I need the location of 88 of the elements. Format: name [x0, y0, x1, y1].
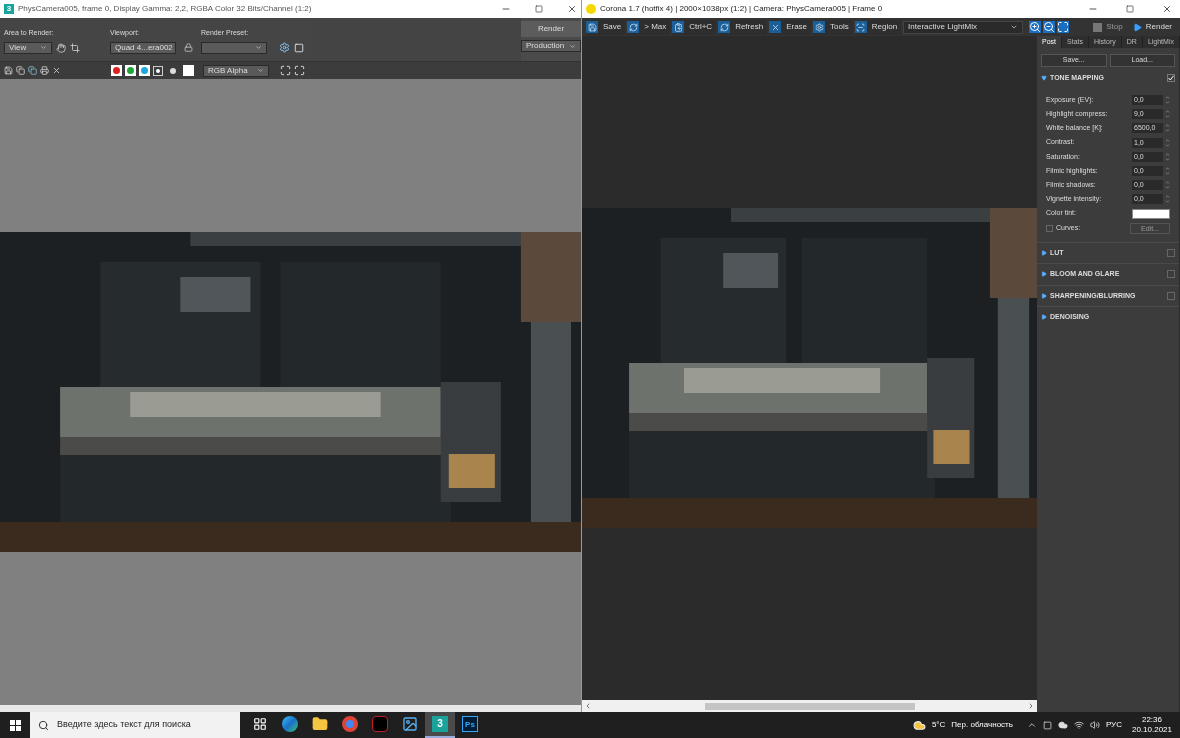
- zoom-in-icon[interactable]: [1029, 21, 1042, 33]
- settings-icon[interactable]: [279, 42, 290, 53]
- color-swatch[interactable]: [183, 65, 194, 76]
- caret-icon[interactable]: [1010, 23, 1019, 31]
- language-indicator[interactable]: РУС: [1105, 719, 1122, 731]
- render-button[interactable]: Render: [521, 21, 581, 37]
- clipboard-icon: [673, 22, 683, 32]
- media-icon[interactable]: [372, 716, 388, 732]
- mode-dropdown[interactable]: Interactive LightMix: [903, 20, 1024, 34]
- chrome-icon[interactable]: [342, 716, 358, 732]
- render-button[interactable]: Render: [1128, 20, 1176, 34]
- play-icon: [1132, 22, 1142, 32]
- checkbox[interactable]: [1167, 74, 1175, 82]
- close-icon[interactable]: [1162, 4, 1172, 14]
- toolbar-button[interactable]: Region: [854, 19, 902, 35]
- copy-icon[interactable]: [16, 66, 25, 75]
- caret-icon[interactable]: [1041, 75, 1047, 81]
- window-title: Corona 1.7 (hotfix 4) | 2000×1038px (1:2) | Camera: PhysCamera005 | Frame 0: [600, 3, 883, 15]
- channel-toggle[interactable]: [139, 65, 150, 76]
- clone-icon[interactable]: [28, 66, 37, 75]
- window-icon[interactable]: [280, 65, 291, 76]
- clock-date[interactable]: 20.10.2021: [1131, 725, 1172, 735]
- alpha-toggle[interactable]: [153, 65, 163, 76]
- caret-icon[interactable]: [1041, 314, 1047, 321]
- caret-icon[interactable]: [1041, 249, 1047, 256]
- settings-icon: [814, 22, 824, 32]
- volume-icon[interactable]: [1089, 720, 1100, 730]
- scroll-right-icon[interactable]: [1027, 702, 1035, 710]
- toolbar-button[interactable]: Tools: [813, 19, 853, 35]
- cloud-icon[interactable]: [1057, 720, 1068, 730]
- refresh-icon: [719, 22, 729, 32]
- scrollbar[interactable]: [0, 705, 581, 712]
- scrollbar[interactable]: [582, 700, 1037, 712]
- windows-icon[interactable]: [9, 719, 21, 731]
- caret-icon[interactable]: [255, 44, 262, 51]
- caret-icon[interactable]: [40, 44, 47, 51]
- close-icon[interactable]: [52, 66, 61, 75]
- lock-icon[interactable]: [184, 43, 193, 52]
- checkbox[interactable]: [1167, 248, 1175, 257]
- save-icon: [587, 22, 597, 32]
- maximize-icon[interactable]: [1126, 5, 1134, 13]
- viewport-dropdown[interactable]: Quad 4...era002: [110, 41, 176, 54]
- maximize-icon[interactable]: [535, 5, 543, 13]
- chevron-icon[interactable]: [1026, 720, 1037, 730]
- weather-text[interactable]: Пер. облачность: [951, 719, 1013, 731]
- toolbar-button[interactable]: Save: [586, 19, 626, 35]
- channel-toggle[interactable]: [111, 65, 122, 76]
- channel-dropdown[interactable]: RGB Alpha: [203, 64, 269, 77]
- caret-icon[interactable]: [569, 42, 576, 50]
- folder-icon[interactable]: [312, 716, 328, 732]
- photos-icon[interactable]: [402, 716, 418, 732]
- zoom-out-icon[interactable]: [1043, 21, 1056, 33]
- checkbox[interactable]: [1046, 224, 1053, 232]
- app-icon[interactable]: Ps: [462, 716, 478, 732]
- window-icon[interactable]: [294, 65, 305, 76]
- toolbar-button[interactable]: > Max: [627, 19, 671, 35]
- app-icon: 3: [4, 4, 14, 14]
- weather-icon[interactable]: [912, 718, 926, 732]
- area-dropdown[interactable]: View: [4, 41, 52, 54]
- toolbar-button[interactable]: Erase: [769, 19, 812, 35]
- hand-icon[interactable]: [56, 42, 66, 53]
- caret-icon[interactable]: [1041, 292, 1047, 299]
- smiley-icon: [586, 4, 596, 14]
- color-swatch[interactable]: [1132, 208, 1170, 219]
- crop-icon[interactable]: [70, 42, 80, 53]
- toolbar-button[interactable]: Ctrl+C: [672, 19, 717, 35]
- search-icon: [38, 719, 49, 731]
- caret-icon[interactable]: [1041, 271, 1047, 278]
- render-mode-dropdown[interactable]: Production: [521, 40, 581, 52]
- window-title: PhysCamera005, frame 0, Display Gamma: 2,2, RGBA Color 32 Bits/Channel (1:2): [18, 3, 312, 15]
- checkbox[interactable]: [1167, 291, 1175, 300]
- task-view-icon[interactable]: [253, 717, 267, 731]
- close-icon: [770, 22, 780, 32]
- channel-toggle[interactable]: [125, 65, 136, 76]
- toolbar-button[interactable]: Refresh: [718, 19, 768, 35]
- zoom-fit-icon[interactable]: [1057, 21, 1070, 33]
- checkbox[interactable]: [1167, 270, 1175, 279]
- search-field[interactable]: Введите здесь текст для поиска: [30, 712, 240, 738]
- save-icon[interactable]: [4, 66, 13, 75]
- close-icon[interactable]: [567, 4, 577, 14]
- temperature[interactable]: 5°C: [931, 719, 946, 731]
- edge-icon[interactable]: [282, 716, 298, 732]
- scroll-left-icon[interactable]: [584, 702, 592, 710]
- network-icon[interactable]: [1073, 720, 1084, 730]
- dashed-square-icon: [856, 22, 866, 32]
- caret-icon[interactable]: [257, 67, 264, 74]
- print-icon[interactable]: [40, 66, 49, 75]
- clock-time[interactable]: 22:36: [1141, 715, 1162, 725]
